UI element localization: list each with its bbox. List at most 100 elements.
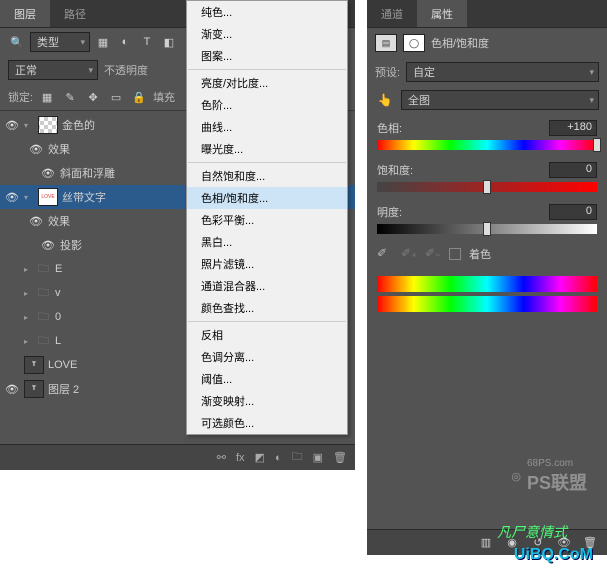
lock-all-icon[interactable]: 🔒 [130,88,148,106]
menu-color-lookup[interactable]: 颜色查找... [187,297,347,319]
menu-channel-mixer[interactable]: 通道混合器... [187,275,347,297]
visibility-icon[interactable]: 👁 [28,143,44,156]
watermark-3: UiBQ.CoM [514,546,593,564]
menu-invert[interactable]: 反相 [187,324,347,346]
menu-black-white[interactable]: 黑白... [187,231,347,253]
effects-label: 效果 [48,141,70,157]
group-name: 0 [55,311,61,323]
visibility-icon[interactable]: 👁 [40,167,56,180]
layer-name: LOVE [48,359,77,371]
targeted-adjust-icon[interactable]: 👆 [375,91,395,109]
folder-icon: 🗀 [38,308,49,327]
group-icon[interactable]: 🗀 [292,448,303,467]
filter-pixel-icon[interactable]: ▦ [94,33,112,51]
panel-title: 色相/饱和度 [431,35,489,51]
brightness-label: 明度: [377,204,402,220]
adjustment-icon[interactable]: ◐ [275,452,282,464]
visibility-icon[interactable]: 👁 [28,215,44,228]
preset-select[interactable]: 自定 [406,62,599,82]
mask-icon[interactable]: ◩ [255,451,265,464]
eyedropper-add-icon[interactable]: ✐₊ [401,246,417,262]
group-name: v [55,287,61,299]
menu-selective-color[interactable]: 可选颜色... [187,412,347,434]
menu-threshold[interactable]: 阈值... [187,368,347,390]
menu-hue-saturation[interactable]: 色相/饱和度... [187,187,347,209]
expand-icon[interactable]: ▾ [24,121,34,130]
filter-adjust-icon[interactable]: ◐ [116,33,134,51]
tab-properties[interactable]: 属性 [417,0,467,27]
brightness-value[interactable]: 0 [549,204,597,220]
menu-pattern[interactable]: 图案... [187,45,347,67]
folder-icon: 🗀 [38,332,49,351]
effects-label: 效果 [48,213,70,229]
menu-color-balance[interactable]: 色彩平衡... [187,209,347,231]
tab-paths[interactable]: 路径 [50,0,100,27]
slider-knob[interactable] [483,180,491,194]
menu-gradient-map[interactable]: 渐变映射... [187,390,347,412]
visibility-icon[interactable]: 👁 [40,239,56,252]
lock-move-icon[interactable]: ✥ [84,88,102,106]
watermark-2: 凡尸意情式 [497,522,567,542]
slider-knob[interactable] [593,138,601,152]
color-ramp-before [377,276,597,292]
menu-posterize[interactable]: 色调分离... [187,346,347,368]
opacity-label: 不透明度 [104,62,148,78]
preset-label: 预设: [375,64,400,80]
expand-icon[interactable]: ▸ [24,265,34,274]
lock-pixels-icon[interactable]: ▦ [38,88,56,106]
search-icon[interactable]: 🔍 [8,33,26,51]
menu-brightness-contrast[interactable]: 亮度/对比度... [187,72,347,94]
brightness-slider[interactable] [377,224,597,234]
logo-icon: ◎ [511,470,521,483]
menu-vibrance[interactable]: 自然饱和度... [187,165,347,187]
tab-layers[interactable]: 图层 [0,0,50,27]
group-name: E [55,263,62,275]
expand-icon[interactable]: ▾ [24,193,34,202]
hue-value[interactable]: +180 [549,120,597,136]
effect-name: 斜面和浮雕 [60,165,115,181]
effect-name: 投影 [60,237,82,253]
menu-gradient[interactable]: 渐变... [187,23,347,45]
menu-curves[interactable]: 曲线... [187,116,347,138]
eyedropper-icon[interactable]: ✐ [377,246,393,262]
filter-text-icon[interactable]: T [138,33,156,51]
eyedropper-sub-icon[interactable]: ✐₋ [425,246,441,262]
mask-icon[interactable]: ◯ [403,34,425,52]
expand-icon[interactable]: ▸ [24,337,34,346]
filter-shape-icon[interactable]: ◧ [160,33,178,51]
expand-icon[interactable]: ▸ [24,313,34,322]
hue-slider[interactable] [377,140,597,150]
range-select[interactable]: 全图 [401,90,599,110]
visibility-icon[interactable]: 👁 [4,383,20,396]
color-ramp-after [377,296,597,312]
slider-knob[interactable] [483,222,491,236]
saturation-value[interactable]: 0 [549,162,597,178]
menu-solid-color[interactable]: 纯色... [187,1,347,23]
fx-icon[interactable]: fx [236,452,245,464]
new-layer-icon[interactable]: ▣ [313,451,323,464]
expand-icon[interactable]: ▸ [24,289,34,298]
text-layer-icon: T [24,380,44,398]
lock-label: 锁定: [8,89,33,105]
tab-channels[interactable]: 通道 [367,0,417,27]
lock-brush-icon[interactable]: ✎ [61,88,79,106]
watermark: ◎ 68PS.com PS联盟 [511,458,587,495]
colorize-checkbox[interactable] [449,248,461,260]
delete-icon[interactable]: 🗑 [333,451,347,464]
link-icon[interactable]: ⚯ [217,451,226,464]
visibility-icon[interactable]: 👁 [4,191,20,204]
menu-photo-filter[interactable]: 照片滤镜... [187,253,347,275]
saturation-slider[interactable] [377,182,597,192]
filter-type-select[interactable]: 类型 [30,32,90,52]
lock-artboard-icon[interactable]: ▭ [107,88,125,106]
menu-separator [188,321,346,322]
blend-mode-select[interactable]: 正常 [8,60,98,80]
menu-exposure[interactable]: 曝光度... [187,138,347,160]
menu-levels[interactable]: 色阶... [187,94,347,116]
text-layer-icon: T [24,356,44,374]
visibility-icon[interactable]: 👁 [4,119,20,132]
folder-icon: 🗀 [38,284,49,303]
clip-icon[interactable]: ▥ [477,534,495,552]
layer-name: 图层 2 [48,381,79,397]
huesat-icon: ▤ [375,34,397,52]
